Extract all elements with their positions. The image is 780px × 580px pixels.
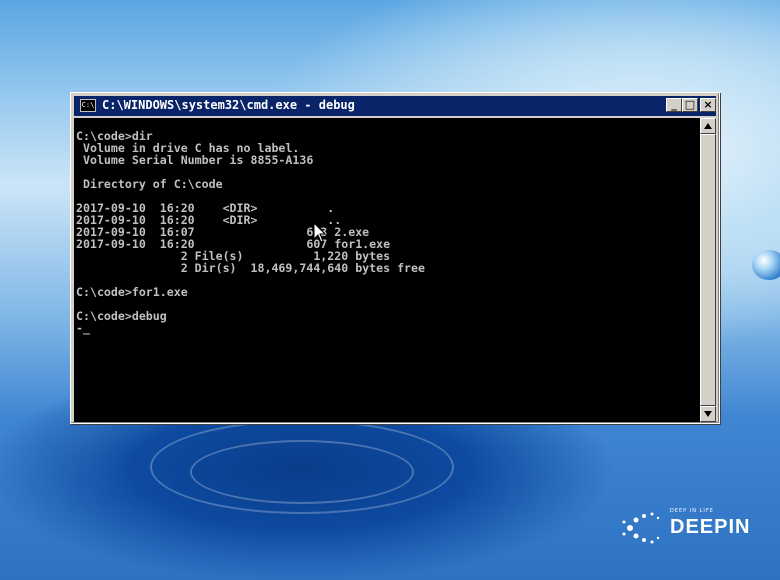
deepin-logo: DEEP IN LIFE DEEPIN [620, 504, 770, 548]
title-bar[interactable]: C:\ C:\WINDOWS\system32\cmd.exe - debug … [74, 96, 716, 116]
scroll-thumb[interactable] [700, 134, 716, 406]
cmd-window[interactable]: C:\ C:\WINDOWS\system32\cmd.exe - debug … [70, 92, 720, 424]
console-text: C:\code>dir Volume in drive C has no lab… [74, 118, 700, 334]
scroll-down-button[interactable] [700, 406, 716, 422]
minimize-button[interactable]: _ [666, 98, 682, 112]
cmd-icon[interactable]: C:\ [80, 99, 96, 112]
maximize-button[interactable]: □ [682, 98, 698, 112]
console-line: Directory of C:\code [76, 177, 223, 191]
close-button[interactable]: × [700, 98, 716, 112]
console-line: Volume Serial Number is 8855-A136 [76, 153, 314, 167]
console-line: 2 Dir(s) 18,469,744,640 bytes free [76, 261, 426, 275]
logo-tagline: DEEP IN LIFE [670, 508, 714, 514]
logo-name: DEEPIN [670, 516, 751, 538]
water-ripple [190, 440, 414, 504]
water-droplet [752, 250, 780, 280]
vertical-scrollbar[interactable] [700, 118, 716, 422]
mouse-pointer-icon [313, 222, 327, 243]
scroll-up-button[interactable] [700, 118, 716, 134]
window-title: C:\WINDOWS\system32\cmd.exe - debug [102, 98, 355, 112]
deepin-logo-icon [622, 512, 660, 544]
desktop: DEEP IN LIFE DEEPIN C:\ C:\WINDOWS\syste… [0, 0, 780, 580]
arrow-down-icon [704, 411, 712, 417]
arrow-up-icon [704, 123, 712, 129]
console-line: -_ [76, 321, 90, 335]
console-output[interactable]: C:\code>dir Volume in drive C has no lab… [74, 118, 700, 422]
console-line: C:\code>for1.exe [76, 285, 188, 299]
